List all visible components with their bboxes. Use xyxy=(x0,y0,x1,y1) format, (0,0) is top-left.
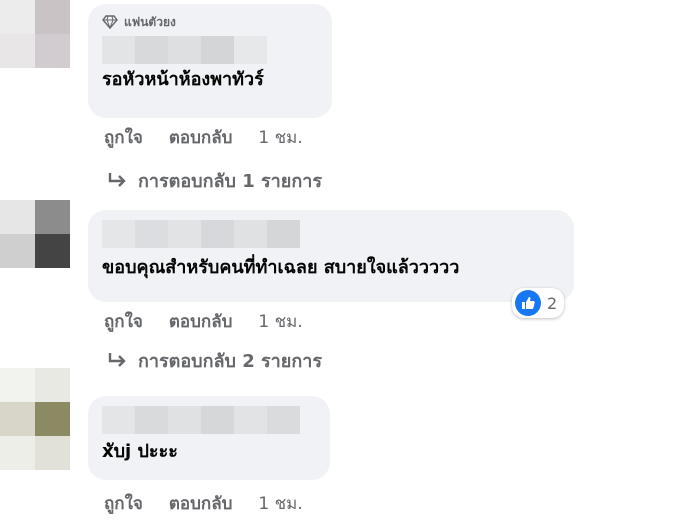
diamond-icon xyxy=(102,15,118,30)
reply-button[interactable]: ตอบกลับ xyxy=(169,124,233,151)
like-button[interactable]: ถูกใจ xyxy=(104,490,143,517)
timestamp[interactable]: 1 ชม. xyxy=(258,308,302,335)
reaction-count: 2 xyxy=(547,293,558,313)
comment-text: xับj ปะะะ xyxy=(102,441,178,462)
replies-label: การตอบกลับ 1 รายการ xyxy=(138,171,323,192)
view-replies-link[interactable]: การตอบกลับ 1 รายการ xyxy=(106,166,322,195)
avatar-blurred[interactable] xyxy=(0,368,70,470)
reply-arrow-icon xyxy=(108,352,126,367)
comment-bubble: แฟนตัวยง รอหัวหน้าห้องพาทัวร์ xyxy=(88,4,332,118)
like-button[interactable]: ถูกใจ xyxy=(104,308,143,335)
avatar-blurred[interactable] xyxy=(0,0,70,68)
reply-button[interactable]: ตอบกลับ xyxy=(169,490,233,517)
top-fan-badge: แฟนตัวยง xyxy=(102,14,318,30)
comment-actions: ถูกใจ ตอบกลับ 1 ชม. xyxy=(104,308,303,335)
comment-text: รอหัวหน้าห้องพาทัวร์ xyxy=(102,69,264,90)
replies-label: การตอบกลับ 2 รายการ xyxy=(138,351,323,372)
avatar-blurred[interactable] xyxy=(0,200,70,268)
badge-label: แฟนตัวยง xyxy=(124,14,176,29)
timestamp[interactable]: 1 ชม. xyxy=(258,124,302,151)
comment-actions: ถูกใจ ตอบกลับ 1 ชม. xyxy=(104,124,303,151)
reply-arrow-icon xyxy=(108,172,126,187)
reply-button[interactable]: ตอบกลับ xyxy=(169,308,233,335)
comment-bubble: ขอบคุณสำหรับคนที่ทำเฉลย สบายใจแล้ววววว xyxy=(88,210,574,302)
timestamp[interactable]: 1 ชม. xyxy=(258,490,302,517)
view-replies-link[interactable]: การตอบกลับ 2 รายการ xyxy=(106,346,322,375)
author-name-blurred[interactable] xyxy=(102,406,316,434)
comment-text: ขอบคุณสำหรับคนที่ทำเฉลย สบายใจแล้ววววว xyxy=(102,257,460,278)
like-button[interactable]: ถูกใจ xyxy=(104,124,143,151)
author-name-blurred[interactable] xyxy=(102,36,318,64)
reaction-summary[interactable]: 2 xyxy=(512,288,565,318)
like-reaction-icon xyxy=(515,290,541,316)
author-name-blurred[interactable] xyxy=(102,220,560,248)
comment-actions: ถูกใจ ตอบกลับ 1 ชม. xyxy=(104,490,303,517)
comment-bubble: xับj ปะะะ xyxy=(88,396,330,480)
